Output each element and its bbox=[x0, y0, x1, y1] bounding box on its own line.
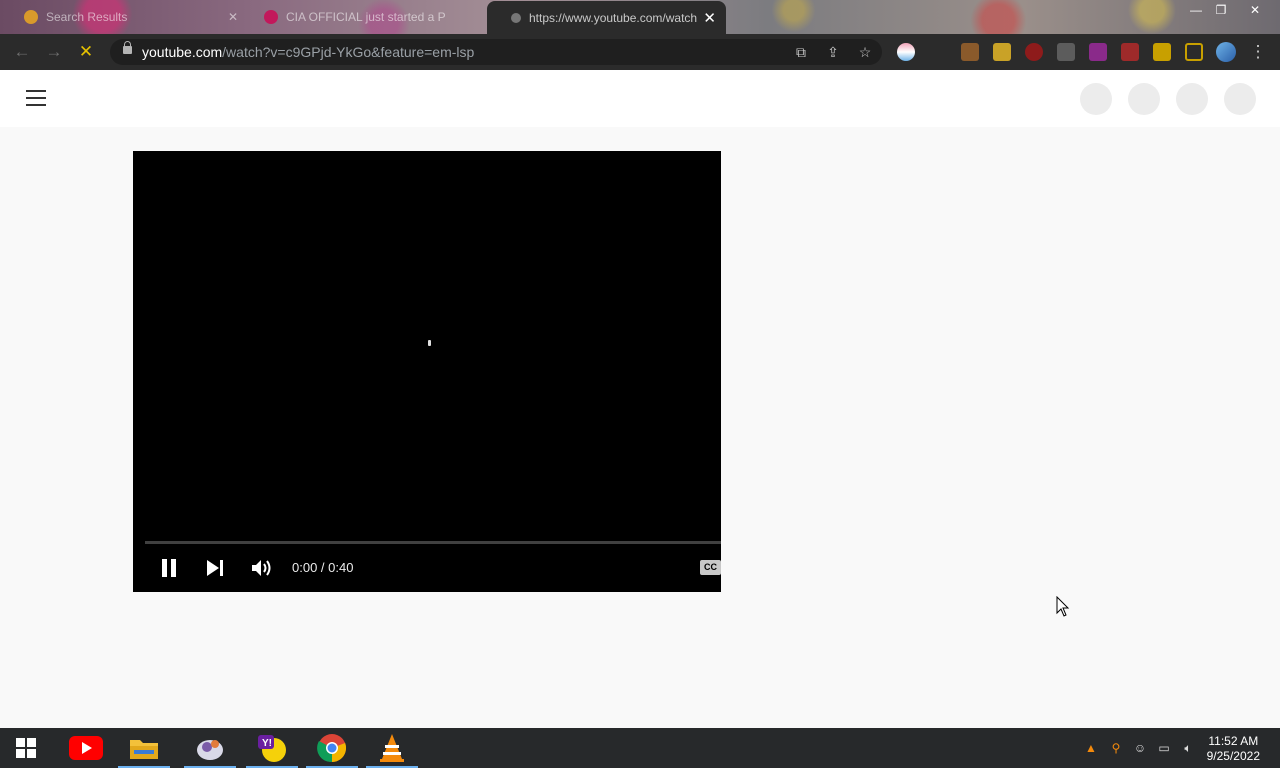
search-favicon-icon bbox=[24, 10, 38, 24]
placeholder-circle bbox=[1128, 83, 1160, 115]
loading-favicon-icon bbox=[511, 12, 521, 23]
tray-messenger-icon[interactable]: ☺ bbox=[1132, 740, 1148, 756]
placeholder-circle bbox=[1224, 83, 1256, 115]
tab-title: CIA OFFICIAL just started a P bbox=[286, 10, 446, 24]
tab-search-results[interactable]: Search Results ✕ bbox=[14, 4, 246, 30]
tab-close-icon[interactable]: ✕ bbox=[703, 9, 716, 27]
skip-next-icon bbox=[207, 560, 223, 576]
heart-favicon-icon bbox=[264, 10, 278, 24]
lock-icon bbox=[123, 41, 132, 54]
windows-taskbar: Y! ▲ ⚲ ☺ ▭ 🔈︎ 11:52 AM 9/25/2022 bbox=[0, 728, 1280, 768]
tab-youtube-watch[interactable]: https://www.youtube.com/watch ✕ bbox=[487, 1, 726, 34]
youtube-page: 0:00 / 0:40 CC bbox=[0, 70, 1280, 728]
extension-paw-icon[interactable] bbox=[961, 43, 979, 61]
chrome-icon bbox=[317, 734, 347, 763]
taskbar-chrome[interactable] bbox=[306, 728, 358, 768]
windows-logo-icon bbox=[16, 738, 36, 758]
browser-menu-icon[interactable]: ⋮ bbox=[1248, 42, 1268, 62]
extension-ublock-icon[interactable] bbox=[1025, 43, 1043, 61]
vlc-cone-icon bbox=[380, 734, 404, 762]
back-arrow-icon[interactable]: ← bbox=[12, 42, 32, 62]
side-panel-icon[interactable] bbox=[1185, 43, 1203, 61]
progress-bar[interactable] bbox=[145, 541, 721, 544]
open-in-app-icon[interactable]: ⧉ bbox=[792, 43, 810, 61]
url-host: youtube.com bbox=[142, 44, 223, 60]
time-display: 0:00 / 0:40 bbox=[292, 560, 354, 575]
extension-runner-icon[interactable] bbox=[993, 43, 1011, 61]
volume-icon bbox=[252, 560, 271, 576]
forward-arrow-icon[interactable]: → bbox=[44, 42, 64, 62]
profile-avatar[interactable] bbox=[1216, 42, 1236, 62]
video-player[interactable]: 0:00 / 0:40 CC bbox=[133, 151, 721, 592]
windows-start-button[interactable] bbox=[0, 728, 52, 768]
closed-captions-button[interactable]: CC bbox=[700, 560, 721, 575]
youtube-masthead bbox=[0, 70, 1280, 127]
extension-wiki-icon[interactable] bbox=[1057, 43, 1075, 61]
loading-spinner-icon bbox=[428, 340, 431, 346]
clock-time: 11:52 AM bbox=[1208, 734, 1259, 748]
folder-icon bbox=[130, 740, 158, 759]
taskbar-youtube[interactable] bbox=[60, 728, 112, 768]
bookmark-star-icon[interactable]: ☆ bbox=[856, 43, 874, 61]
url-path: /watch?v=c9GPjd-YkGo&feature=em-lsp bbox=[222, 44, 475, 60]
tray-vlc-icon[interactable]: ▲ bbox=[1083, 740, 1099, 756]
extension-flag-icon[interactable] bbox=[897, 43, 915, 61]
pause-icon bbox=[162, 559, 176, 577]
browser-tab-strip: Search Results ✕ CIA OFFICIAL just start… bbox=[0, 0, 1280, 34]
yahoo-messenger-icon: Y! bbox=[258, 735, 286, 762]
hamburger-menu-icon[interactable] bbox=[26, 90, 46, 106]
mouse-pointer-icon bbox=[1056, 595, 1070, 623]
taskbar-vlc[interactable] bbox=[366, 728, 418, 768]
tray-volume-icon[interactable]: 🔈︎ bbox=[1180, 740, 1196, 756]
svg-text:Y!: Y! bbox=[262, 738, 272, 749]
tray-network-icon[interactable]: ▭ bbox=[1156, 740, 1172, 756]
taskbar-file-explorer[interactable] bbox=[118, 728, 170, 768]
window-restore-button[interactable]: ❐ bbox=[1209, 2, 1233, 18]
window-close-button[interactable]: ✕ bbox=[1243, 2, 1267, 18]
window-minimize-button[interactable]: — bbox=[1184, 2, 1208, 18]
extensions-puzzle-icon[interactable] bbox=[1153, 43, 1171, 61]
extension-rocket-icon[interactable] bbox=[1121, 43, 1139, 61]
browser-toolbar: ← → ✕ youtube.com/watch?v=c9GPjd-YkGo&fe… bbox=[0, 34, 1280, 70]
taskbar-yahoo-messenger[interactable]: Y! bbox=[246, 728, 298, 768]
address-bar[interactable]: youtube.com/watch?v=c9GPjd-YkGo&feature=… bbox=[110, 39, 882, 65]
extension-wizard-icon[interactable] bbox=[1089, 43, 1107, 61]
taskbar-pinned-app[interactable] bbox=[184, 728, 236, 768]
next-button[interactable] bbox=[203, 556, 227, 580]
placeholder-circle bbox=[1080, 83, 1112, 115]
volume-button[interactable] bbox=[249, 556, 275, 580]
clock-date: 9/25/2022 bbox=[1206, 749, 1260, 763]
app-icon bbox=[197, 740, 223, 760]
youtube-logo-icon bbox=[69, 736, 103, 760]
share-icon[interactable]: ⇪ bbox=[824, 43, 842, 61]
system-clock[interactable]: 11:52 AM 9/25/2022 bbox=[1207, 734, 1260, 764]
tab-close-icon[interactable]: ✕ bbox=[228, 10, 238, 24]
tab-cia-official[interactable]: CIA OFFICIAL just started a P bbox=[254, 4, 482, 30]
stop-loading-icon[interactable]: ✕ bbox=[76, 42, 96, 62]
pause-button[interactable] bbox=[157, 556, 181, 580]
tab-title: Search Results bbox=[46, 10, 128, 24]
tab-title: https://www.youtube.com/watch bbox=[529, 10, 698, 25]
url-text[interactable]: youtube.com/watch?v=c9GPjd-YkGo&feature=… bbox=[142, 44, 474, 60]
tray-search-icon[interactable]: ⚲ bbox=[1108, 740, 1124, 756]
placeholder-circle bbox=[1176, 83, 1208, 115]
